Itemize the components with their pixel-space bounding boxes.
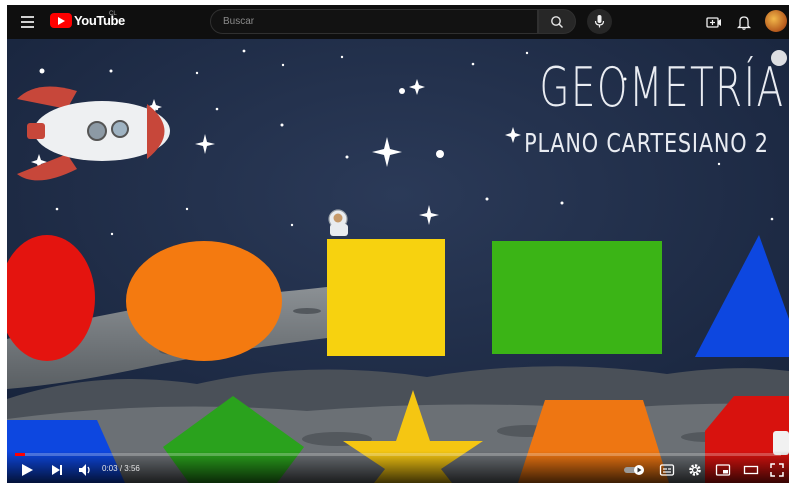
video-title-sub: PLANO CARTESIANO 2 xyxy=(524,129,769,159)
play-button[interactable] xyxy=(19,462,35,478)
search-icon xyxy=(551,16,563,28)
search-box xyxy=(210,9,538,34)
avatar[interactable] xyxy=(765,10,787,32)
notifications-button[interactable] xyxy=(734,12,754,32)
create-button[interactable] xyxy=(704,12,724,32)
subtitles-button[interactable] xyxy=(659,462,675,478)
next-button[interactable] xyxy=(49,462,65,478)
top-bar: YouTube CL xyxy=(7,5,789,39)
fullscreen-icon xyxy=(770,463,784,477)
create-icon xyxy=(706,17,721,28)
youtube-play-icon xyxy=(50,13,72,28)
theater-button[interactable] xyxy=(743,462,759,478)
logo-text: YouTube xyxy=(74,13,125,28)
gear-icon xyxy=(689,464,701,476)
play-icon xyxy=(22,464,33,476)
current-time: 0:03 xyxy=(102,464,118,473)
autoplay-toggle[interactable] xyxy=(623,462,647,478)
miniplayer-button[interactable] xyxy=(715,462,731,478)
orange-ellipse xyxy=(126,241,282,361)
bell-icon xyxy=(736,16,752,30)
settings-button[interactable] xyxy=(687,462,703,478)
video-title-main: GEOMETRÍA xyxy=(539,56,785,119)
country-code: CL xyxy=(109,11,117,17)
time-display: 0:03 / 3:56 xyxy=(102,464,140,473)
astronaut xyxy=(328,209,348,236)
progress-bar[interactable] xyxy=(15,453,781,456)
volume-button[interactable] xyxy=(77,462,93,478)
duration: 3:56 xyxy=(124,464,140,473)
youtube-window: YouTube CL Buscar GEOMETRÍA PLANO CARTES… xyxy=(7,5,789,483)
next-icon xyxy=(52,465,62,475)
green-rectangle xyxy=(492,241,662,354)
yellow-square xyxy=(327,239,445,356)
player-controls: 0:03 / 3:56 xyxy=(7,451,789,483)
search-input[interactable] xyxy=(211,10,537,33)
hamburger-icon[interactable] xyxy=(21,16,34,28)
theater-icon xyxy=(743,465,759,475)
voice-search-button[interactable] xyxy=(587,9,612,34)
volume-icon xyxy=(79,464,90,476)
autoplay-toggle-icon xyxy=(624,465,644,475)
fullscreen-button[interactable] xyxy=(769,462,785,478)
miniplayer-icon xyxy=(715,464,731,476)
subtitles-icon xyxy=(659,464,675,476)
progress-fill xyxy=(15,453,25,456)
video-info-icon[interactable] xyxy=(771,50,787,66)
video-player[interactable]: GEOMETRÍA PLANO CARTESIANO 2 0:03 / 3:56 xyxy=(7,39,789,483)
mic-icon xyxy=(594,15,605,28)
search-button[interactable] xyxy=(538,9,576,34)
